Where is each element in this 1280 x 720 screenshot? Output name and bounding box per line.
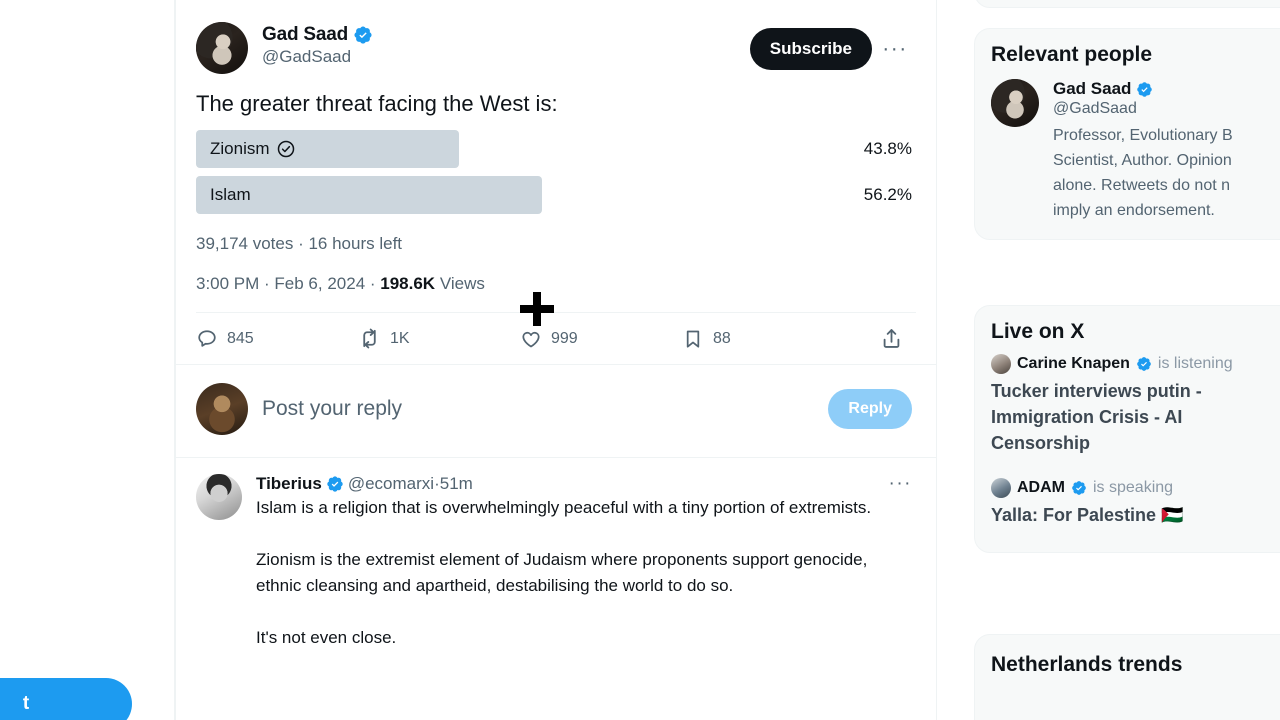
live-room-item[interactable]: Carine Knapen is listening Tucker interv… [975,354,1280,478]
bio-line: alone. Retweets do not n [1053,177,1231,194]
live-host-state: is listening [1157,355,1233,372]
tweet-text: The greater threat facing the West is: [196,91,558,116]
live-room-title: Yalla: For Palestine 🇵🇸 [991,505,1184,525]
poll: Zionism 43.8% Islam 56.2% [176,118,936,214]
live-room-title: Tucker interviews putin - Immigration Cr… [991,381,1202,453]
verified-badge-icon [1071,480,1087,496]
main-column: Gad Saad @GadSaad Subscribe ··· The grea… [175,0,937,720]
avatar-gad-saad[interactable] [991,79,1039,127]
reply-input[interactable]: Post your reply [262,397,828,421]
share-icon [880,327,903,350]
avatar-tiberius[interactable] [196,474,242,520]
retweet-icon [358,327,381,350]
trends-title: Netherlands trends [991,653,1183,676]
tweet-header: Gad Saad @GadSaad Subscribe ··· [176,0,936,74]
tweet-timestamp: 3:00 PM · Feb 6, 2024 · [196,274,381,293]
tweet-timestamp-views: 3:00 PM · Feb 6, 2024 · 198.6K Views [176,254,936,294]
tweet-views-count: 198.6K [380,274,436,293]
poll-option-label: Islam [210,185,251,204]
tweet-actions-bar: 845 1K 999 88 [176,313,936,364]
reply-count: 845 [227,329,254,347]
reply-tweet: Tiberius @ecomarxi · 51m ··· Islam is a … [176,457,936,651]
reply-composer[interactable]: Post your reply Reply [176,364,936,457]
verified-badge-icon [1136,81,1156,98]
left-sidebar: tions es arks nities m [0,0,175,720]
bio-line: Scientist, Author. Opinion [1053,152,1232,169]
bio-line: Professor, Evolutionary B [1053,127,1233,144]
subscribe-button[interactable]: Subscribe [749,28,872,70]
bio-line: imply an endorsement. [1053,202,1215,219]
reply-submit-button[interactable]: Reply [828,389,912,429]
reply-action[interactable]: 845 [196,328,358,350]
avatar-current-user [196,383,248,435]
like-count: 999 [551,329,578,347]
retweet-action[interactable]: 1K [358,327,520,350]
avatar-carine-knapen [991,354,1011,374]
live-host-state: is speaking [1093,479,1174,496]
post-button[interactable]: t [0,678,132,720]
poll-option-percent: 43.8% [863,139,912,158]
like-action[interactable]: 999 [520,328,682,350]
reply-tweet-body: Islam is a religion that is overwhelming… [256,495,912,651]
poll-option-percent: 56.2% [863,185,912,204]
like-icon [520,328,542,350]
bookmark-count: 88 [713,329,731,347]
relevant-person-bio: Professor, Evolutionary B Scientist, Aut… [1053,123,1280,223]
relevant-people-title: Relevant people [991,43,1153,66]
reply-paragraph: Zionism is the extremist element of Juda… [256,550,868,595]
relevant-person-name: Gad Saad [1053,79,1132,98]
author-display-name: Gad Saad [262,24,349,45]
reply-author-handle[interactable]: @ecomarxi [348,474,434,494]
previous-card-edge [974,0,1280,8]
relevant-person-row[interactable]: Gad Saad @GadSaad Professor, Evolutionar… [975,77,1280,239]
relevant-people-card: Relevant people Gad Saad @GadSaad Profes… [974,28,1280,240]
avatar-gad-saad[interactable] [196,22,248,74]
author-name-block[interactable]: Gad Saad @GadSaad [262,22,750,67]
relevant-person-handle: @GadSaad [1053,100,1137,117]
bookmark-icon [682,328,704,350]
reply-paragraph: Islam is a religion that is overwhelming… [256,498,872,517]
reply-author-name[interactable]: Tiberius [256,474,322,494]
poll-option-label: Zionism [210,139,270,158]
live-on-x-title: Live on X [991,320,1085,343]
tweet-header-actions: Subscribe ··· [749,22,912,70]
author-handle: @GadSaad [262,47,352,66]
verified-badge-icon [1136,356,1152,372]
avatar-adam [991,478,1011,498]
poll-option-label-wrap: Zionism [210,130,295,168]
reply-icon [196,328,218,350]
poll-meta: 39,174 votes · 16 hours left [196,234,403,253]
live-room-item[interactable]: ADAM is speaking Yalla: For Palestine 🇵🇸 [975,478,1280,552]
verified-badge-icon [326,475,344,493]
poll-option-row[interactable]: Zionism 43.8% [196,130,912,168]
twitter-post-page: tions es arks nities m t Gad Saad [0,0,1280,720]
poll-option-row[interactable]: Islam 56.2% [196,176,912,214]
right-sidebar: Relevant people Gad Saad @GadSaad Profes… [960,0,1280,720]
trends-card: Netherlands trends [974,634,1280,720]
verified-badge-icon [353,25,373,45]
reply-tweet-header: Tiberius @ecomarxi · 51m ··· [256,473,912,494]
more-options-icon[interactable]: ··· [878,32,912,66]
bookmark-action[interactable]: 88 [682,328,862,350]
reply-time: 51m [439,474,473,493]
poll-option-label-wrap: Islam [210,176,251,214]
retweet-count: 1K [390,329,410,347]
poll-selected-check-icon [277,140,295,158]
live-host-name: ADAM [1017,479,1065,496]
live-on-x-card: Live on X Carine Knapen is listening Tuc… [974,305,1280,553]
live-host-name: Carine Knapen [1017,355,1130,372]
share-action[interactable] [880,327,912,350]
reply-paragraph: It's not even close. [256,628,397,647]
tweet-views-label: Views [435,274,485,293]
